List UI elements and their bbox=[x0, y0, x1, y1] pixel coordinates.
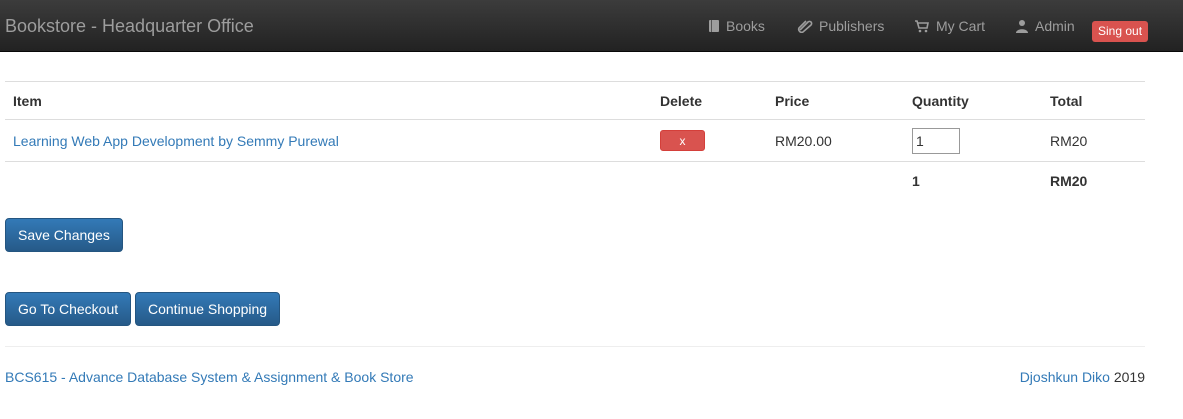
footer-year: 2019 bbox=[1113, 369, 1145, 385]
item-link[interactable]: Learning Web App Development by Semmy Pu… bbox=[13, 133, 339, 149]
nav-publishers[interactable]: Publishers bbox=[797, 17, 884, 35]
header-delete: Delete bbox=[652, 81, 767, 120]
shopping-cart-icon bbox=[915, 20, 929, 33]
cell-item: Learning Web App Development by Semmy Pu… bbox=[5, 119, 652, 162]
table-row: Learning Web App Development by Semmy Pu… bbox=[5, 119, 1145, 162]
checkout-button[interactable]: Go To Checkout bbox=[5, 292, 132, 326]
cell-quantity bbox=[904, 119, 1042, 162]
user-icon bbox=[1016, 20, 1028, 33]
paperclip-icon bbox=[797, 20, 813, 33]
summary-quantity: 1 bbox=[904, 161, 1042, 200]
footer-divider bbox=[5, 346, 1145, 347]
continue-shopping-button[interactable]: Continue Shopping bbox=[135, 292, 281, 326]
cell-total: RM20 bbox=[1042, 119, 1145, 162]
brand-title[interactable]: Bookstore - Headquarter Office bbox=[5, 15, 254, 37]
nav-my-cart-label: My Cart bbox=[936, 18, 985, 34]
nav-books-label: Books bbox=[726, 18, 765, 34]
nav-my-cart[interactable]: My Cart bbox=[914, 17, 985, 35]
header-total: Total bbox=[1042, 81, 1145, 120]
footer-credit: Djoshkun Diko 2019 bbox=[1020, 369, 1145, 385]
summary-total: RM20 bbox=[1042, 161, 1145, 200]
summary-row: 1 RM20 bbox=[5, 161, 1145, 200]
cell-delete: x bbox=[652, 119, 767, 162]
nav-books[interactable]: Books bbox=[708, 17, 765, 35]
nav-admin[interactable]: Admin bbox=[1015, 17, 1075, 35]
table-header-row: Item Delete Price Quantity Total bbox=[5, 81, 1145, 120]
quantity-input[interactable] bbox=[912, 127, 960, 154]
delete-item-button[interactable]: x bbox=[660, 130, 705, 151]
nav-admin-label: Admin bbox=[1035, 18, 1075, 34]
footer-course-link[interactable]: BCS615 - Advance Database System & Assig… bbox=[5, 369, 414, 385]
nav-publishers-label: Publishers bbox=[819, 18, 885, 34]
footer-author-link[interactable]: Djoshkun Diko bbox=[1020, 369, 1110, 385]
header-quantity: Quantity bbox=[904, 81, 1042, 120]
book-icon bbox=[709, 20, 719, 32]
sign-out-button[interactable]: Sing out bbox=[1092, 21, 1149, 42]
cell-price: RM20.00 bbox=[767, 119, 904, 162]
header-price: Price bbox=[767, 81, 904, 120]
top-navbar: Bookstore - Headquarter Office Books Pub… bbox=[0, 0, 1183, 52]
header-item: Item bbox=[5, 81, 652, 120]
save-changes-button[interactable]: Save Changes bbox=[5, 218, 123, 252]
cart-table: Item Delete Price Quantity Total Learnin… bbox=[5, 81, 1145, 200]
